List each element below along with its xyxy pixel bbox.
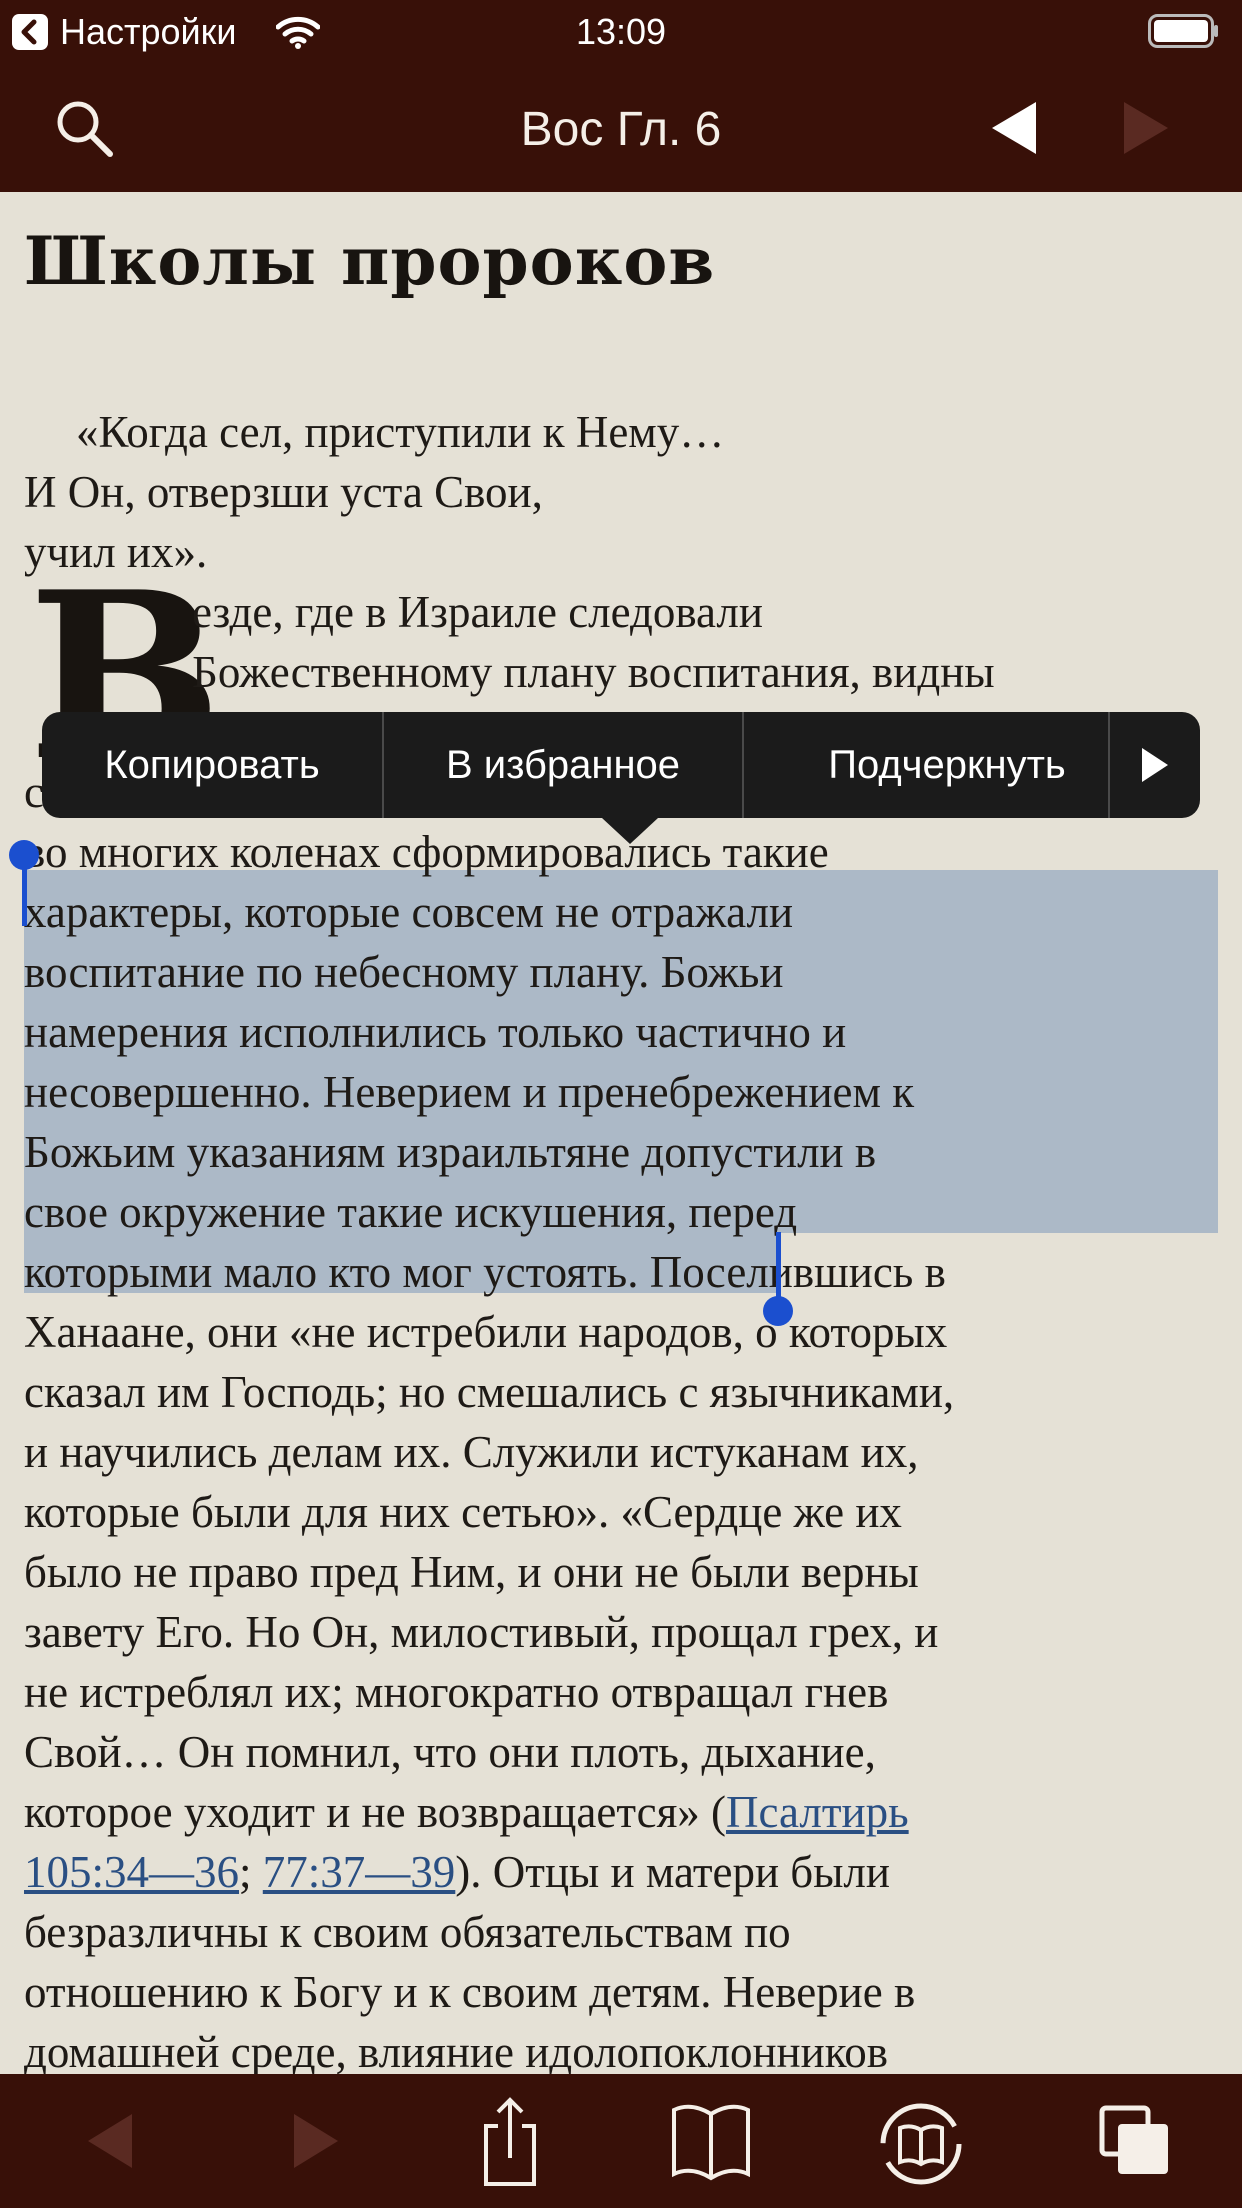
text-line: 105:34—36; 77:37—39). Отцы и матери были: [24, 1842, 890, 1902]
copy-button[interactable]: Копировать: [42, 712, 382, 818]
text-line: езде, где в Израиле следовали: [192, 587, 763, 637]
text-fragment: которое уходит и не возвращается» (: [24, 1787, 727, 1837]
book-icon[interactable]: [666, 2074, 756, 2208]
text-fragment: ;: [239, 1847, 263, 1897]
menu-pointer: [602, 818, 658, 844]
forward-arrow-icon[interactable]: [276, 2074, 356, 2208]
bottom-toolbar: [0, 2074, 1242, 2208]
text-line: было не право пред Ним, и они не были ве…: [24, 1547, 919, 1597]
psalter-link-2[interactable]: 77:37—39: [263, 1847, 456, 1897]
text-line: Свой… Он помнил, что они плоть, дыхание,: [24, 1727, 876, 1777]
text-line: не истреблял их; многократно отвращал гн…: [24, 1667, 889, 1717]
navigation-bar: Вос Гл. 6: [0, 62, 1242, 192]
page-title: Школы пророков: [24, 222, 716, 300]
status-bar: Настройки 13:09: [0, 0, 1242, 62]
text-line: характеры, которые совсем не отражали: [24, 887, 794, 937]
epigraph-line: И Он, отверзши уста Свои,: [24, 467, 543, 517]
epigraph-line: «Когда сел, приступили к Нему…: [76, 407, 725, 457]
share-icon[interactable]: [470, 2074, 550, 2208]
windows-icon[interactable]: [1092, 2074, 1182, 2208]
text-line: Божьим указаниям израильтяне допустили в: [24, 1127, 877, 1177]
text-line: намерения исполнились только частично и: [24, 1007, 847, 1057]
text-line: завету Его. Но Он, милостивый, прощал гр…: [24, 1607, 939, 1657]
text-line: с: [24, 767, 44, 817]
text-fragment: ). Отцы и матери были: [455, 1847, 890, 1897]
battery-icon: [1148, 14, 1218, 48]
text-line: домашней среде, влияние идолопоклонников: [24, 2027, 889, 2074]
edit-menu: Копировать В избранное Подчеркнуть: [42, 712, 1200, 844]
text-line: которое уходит и не возвращается» (Псалт…: [24, 1782, 909, 1842]
underline-button[interactable]: Подчеркнуть: [744, 712, 1150, 818]
selection-end-bar[interactable]: [776, 1232, 781, 1302]
clock: 13:09: [575, 11, 667, 52]
previous-arrow-icon[interactable]: [988, 100, 1040, 156]
selection-start-bar[interactable]: [22, 860, 27, 926]
text-line: отношению к Богу и к своим детям. Невери…: [24, 1967, 916, 2017]
play-arrow-icon: [1142, 748, 1168, 782]
text-line: которые были для них сетью». «Сердце же …: [24, 1487, 902, 1537]
chapter-title: Вос Гл. 6: [520, 103, 722, 156]
text-line: во многих коленах сформировались такие: [24, 827, 829, 877]
text-line: сказал им Господь; но смешались с язычни…: [24, 1367, 955, 1417]
selection-end-handle[interactable]: [763, 1296, 793, 1326]
text-line: Божественному плану воспитания, видны: [192, 647, 995, 697]
psalter-link[interactable]: 105:34—36: [24, 1847, 239, 1897]
text-line: свое окружение такие искушения, перед: [24, 1187, 798, 1237]
text-line: которыми мало кто мог устоять. Поселивши…: [24, 1247, 946, 1297]
text-line: и научились делам их. Служили истуканам …: [24, 1427, 919, 1477]
favorite-button[interactable]: В избранное: [384, 712, 742, 818]
book-content[interactable]: Школы пророков «Когда сел, приступили к …: [0, 192, 1242, 2074]
text-line: Ханаане, они «не истребили народов, о ко…: [24, 1307, 948, 1357]
next-arrow-icon[interactable]: [1120, 100, 1172, 156]
back-arrow-icon[interactable]: [70, 2074, 150, 2208]
text-line: воспитание по небесному плану. Божьи: [24, 947, 784, 997]
psalter-link[interactable]: Псалтирь: [726, 1787, 909, 1837]
text-line: несовершенно. Неверием и пренебрежением …: [24, 1067, 915, 1117]
sync-book-icon[interactable]: [876, 2074, 966, 2208]
text-line: безразличны к своим обязательствам по: [24, 1907, 791, 1957]
more-button[interactable]: [1110, 712, 1200, 818]
